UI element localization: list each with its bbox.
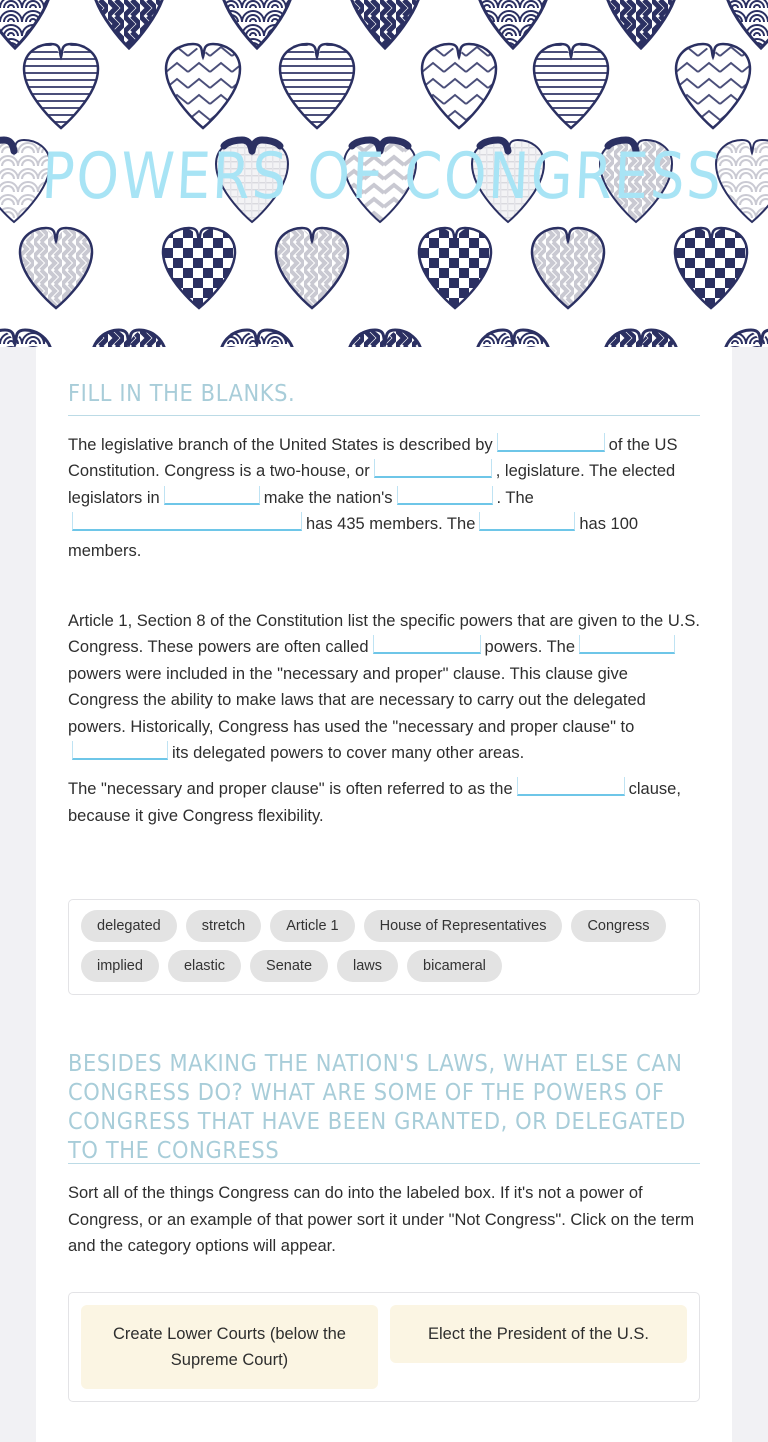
text-fragment: The legislative branch of the United Sta… [68,436,493,454]
sort-panel: Create Lower Courts (below the Supreme C… [68,1291,700,1402]
blank-input-1[interactable] [496,433,605,452]
section-heading-powers-of-congress: Besides making the nation's laws, what e… [68,1049,686,1165]
word-chip[interactable]: Senate [250,950,329,983]
word-chip[interactable]: Congress [571,910,666,943]
fill-blank-paragraph-1: The legislative branch of the United Sta… [68,432,700,564]
blank-input-3[interactable] [163,485,260,505]
text-fragment: has 435 members. The [306,515,476,534]
worksheet-title: Powers of Congress [40,138,725,214]
word-chip[interactable]: bicameral [407,950,502,983]
worksheet-sheet: Fill in the blanks. The legislative bran… [36,347,732,1442]
word-chip[interactable]: Article 1 [270,910,355,943]
text-fragment: powers. The [484,638,576,657]
fill-blank-paragraph-3: The "necessary and proper clause" is oft… [68,776,700,829]
word-chip[interactable]: stretch [185,910,262,943]
heading-divider [68,415,700,416]
word-chip[interactable]: delegated [81,910,177,943]
blank-input-10[interactable] [516,777,625,797]
text-fragment: The "necessary and proper clause" is oft… [68,780,513,799]
blank-input-7[interactable] [372,635,481,655]
text-fragment: powers were included in the "necessary a… [68,664,646,736]
sort-instructions: Sort all of the things Congress can do i… [68,1184,695,1256]
word-chip[interactable]: laws [337,950,399,983]
blank-input-5[interactable] [72,512,302,532]
text-fragment: its delegated powers to cover many other… [172,744,525,763]
page-background: Fill in the blanks. The legislative bran… [0,347,768,1442]
word-chip[interactable]: House of Representatives [363,910,563,943]
text-fragment: make the nation's [263,488,393,507]
word-chip[interactable]: implied [81,950,159,983]
blank-input-9[interactable] [72,741,168,761]
blank-input-2[interactable] [373,459,492,479]
sort-card[interactable]: Elect the President of the U.S. [390,1304,687,1363]
blank-input-8[interactable] [579,635,676,655]
blank-input-6[interactable] [479,512,576,532]
word-chip[interactable]: elastic [167,950,242,983]
word-bank: delegated stretch Article 1 House of Rep… [68,899,700,996]
section-heading-fill-in-the-blanks: Fill in the blanks. [68,379,296,407]
sort-card[interactable]: Create Lower Courts (below the Supreme C… [81,1304,378,1389]
fill-blank-paragraph-2: Article 1, Section 8 of the Constitution… [68,608,700,766]
text-fragment: . The [496,488,534,507]
header-banner: Powers of Congress [0,0,768,347]
blank-input-4[interactable] [396,485,493,505]
